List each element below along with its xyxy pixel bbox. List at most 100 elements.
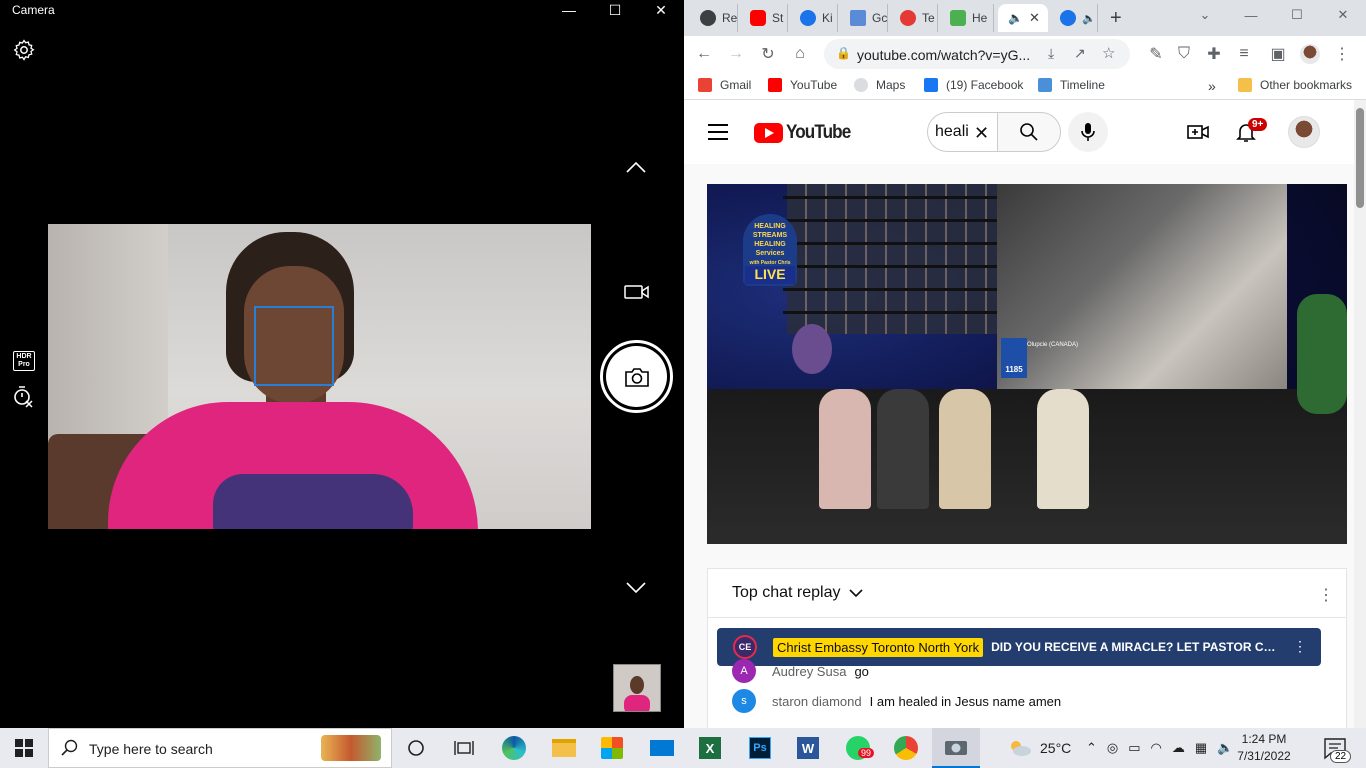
- share-icon[interactable]: ↗: [1074, 45, 1086, 62]
- taskbar-search[interactable]: Type here to search: [48, 728, 392, 768]
- weather-widget[interactable]: 25°C: [1008, 728, 1071, 768]
- worshipper: [939, 389, 991, 509]
- minimize-button[interactable]: —: [546, 0, 592, 20]
- extension-icon[interactable]: ✎: [1146, 44, 1166, 64]
- gear-icon[interactable]: [12, 38, 36, 62]
- video-player[interactable]: HEALING STREAMS HEALING Services with Pa…: [707, 184, 1347, 544]
- maximize-button[interactable]: ☐: [592, 0, 638, 20]
- chevron-down-icon[interactable]: [624, 575, 648, 599]
- timer-off-icon[interactable]: [12, 384, 36, 408]
- mail-icon[interactable]: [638, 728, 686, 768]
- tab[interactable]: Re: [690, 4, 738, 32]
- minimize-button[interactable]: —: [1228, 0, 1274, 30]
- display-icon[interactable]: ▭: [1128, 740, 1140, 756]
- message-text: go: [854, 663, 869, 679]
- task-view-icon[interactable]: [440, 728, 488, 768]
- tab[interactable]: St: [740, 4, 788, 32]
- chat-mode-dropdown[interactable]: Top chat replay: [732, 584, 863, 602]
- take-photo-button[interactable]: [600, 340, 673, 413]
- onedrive-icon[interactable]: ☁: [1172, 740, 1185, 756]
- store-icon[interactable]: [588, 728, 636, 768]
- video-mode-icon[interactable]: [623, 282, 651, 302]
- youtube-icon: [768, 78, 782, 92]
- bookmark-gmail[interactable]: Gmail: [698, 78, 751, 92]
- back-icon[interactable]: ←: [694, 44, 714, 64]
- tab[interactable]: He: [940, 4, 994, 32]
- more-options-icon[interactable]: ⋮: [1293, 638, 1307, 655]
- meet-now-icon[interactable]: ◎: [1107, 740, 1118, 756]
- shield-extension-icon[interactable]: ⛉: [1174, 44, 1194, 64]
- task-view-button[interactable]: [392, 728, 440, 768]
- notification-badge: 9+: [1248, 118, 1268, 131]
- close-button[interactable]: ✕: [638, 0, 684, 20]
- install-icon[interactable]: ⤓: [1048, 45, 1054, 62]
- sign-caption: Olupcie (CANADA): [1027, 342, 1079, 348]
- chevron-down-icon: [848, 589, 863, 598]
- bookmark-facebook[interactable]: (19) Facebook: [924, 78, 1023, 92]
- tab[interactable]: Ki: [790, 4, 838, 32]
- tab-close-icon[interactable]: ✕: [1029, 10, 1040, 26]
- word-icon[interactable]: W: [784, 728, 832, 768]
- worshipper: [819, 389, 871, 509]
- search-input[interactable]: heali ✕: [927, 112, 998, 152]
- chevron-up-icon[interactable]: [624, 156, 648, 180]
- other-bookmarks[interactable]: Other bookmarks: [1238, 78, 1352, 92]
- cortana-icon: [408, 740, 424, 756]
- bookmark-label: Maps: [876, 78, 906, 92]
- tab-label: Re: [722, 11, 738, 25]
- maximize-button[interactable]: ☐: [1274, 0, 1320, 30]
- menu-icon[interactable]: [708, 124, 728, 140]
- search-button[interactable]: [997, 112, 1061, 152]
- photoshop-icon[interactable]: Ps: [736, 728, 784, 768]
- forward-icon[interactable]: →: [726, 44, 746, 64]
- create-video-icon[interactable]: [1186, 120, 1210, 144]
- bookmarks-overflow[interactable]: »: [1208, 78, 1216, 94]
- tab[interactable]: Te: [890, 4, 938, 32]
- start-button[interactable]: [0, 728, 48, 768]
- excel-icon[interactable]: X: [686, 728, 734, 768]
- close-button[interactable]: ✕: [1320, 0, 1366, 30]
- clock-date: 7/31/2022: [1237, 749, 1291, 763]
- worshipper: [877, 389, 929, 509]
- address-bar[interactable]: 🔒 youtube.com/watch?v=yG... ⤓ ↗ ☆: [824, 39, 1130, 69]
- youtube-logo[interactable]: YouTube: [754, 122, 857, 144]
- chrome-icon[interactable]: [882, 728, 930, 768]
- page-scrollbar[interactable]: [1354, 100, 1366, 728]
- wifi-icon[interactable]: ◠: [1151, 740, 1162, 756]
- last-photo-thumbnail[interactable]: [613, 664, 661, 712]
- chat-icon: [1038, 78, 1052, 92]
- reload-icon[interactable]: ↻: [758, 44, 778, 64]
- bookmark-timeline[interactable]: Timeline: [1038, 78, 1105, 92]
- more-options-icon[interactable]: ⋮: [1318, 585, 1334, 605]
- scrollbar-thumb[interactable]: [1356, 108, 1364, 208]
- home-icon[interactable]: ⌂: [790, 44, 810, 64]
- bookmark-maps[interactable]: Maps: [854, 78, 905, 92]
- media-icon[interactable]: ≡: [1234, 44, 1254, 64]
- puzzle-icon[interactable]: ✚: [1204, 44, 1224, 64]
- account-avatar[interactable]: [1288, 116, 1320, 148]
- bookmark-youtube[interactable]: YouTube: [768, 78, 837, 92]
- profile-avatar[interactable]: [1300, 44, 1320, 64]
- tab[interactable]: 🔈: [1050, 4, 1098, 32]
- side-panel-icon[interactable]: ▣: [1268, 44, 1288, 64]
- tab-active[interactable]: 🔈 ✕: [998, 4, 1048, 32]
- tab-label: Te: [922, 11, 935, 25]
- menu-icon[interactable]: ⋮: [1332, 44, 1352, 64]
- chat-message: s staron diamond I am healed in Jesus na…: [732, 689, 1061, 713]
- camera-app-icon[interactable]: [932, 728, 980, 768]
- edge-icon[interactable]: [490, 728, 538, 768]
- chevron-up-icon[interactable]: ⌃: [1086, 740, 1097, 756]
- hdr-pro-icon[interactable]: HDR Pro: [13, 351, 35, 371]
- clear-icon[interactable]: ✕: [974, 123, 989, 144]
- new-tab-button[interactable]: +: [1110, 7, 1122, 30]
- clock[interactable]: 1:24 PM 7/31/2022: [1226, 731, 1302, 765]
- tab[interactable]: Gc: [840, 4, 888, 32]
- search-icon: [61, 739, 78, 756]
- bookmark-star-icon[interactable]: ☆: [1102, 44, 1115, 62]
- notification-count: 22: [1330, 750, 1352, 763]
- whatsapp-icon[interactable]: 99: [834, 728, 882, 768]
- voice-search-button[interactable]: [1068, 112, 1108, 152]
- network-icon[interactable]: ▦: [1195, 740, 1207, 756]
- tab-search-icon[interactable]: ⌄: [1182, 0, 1228, 30]
- file-explorer-icon[interactable]: [540, 728, 588, 768]
